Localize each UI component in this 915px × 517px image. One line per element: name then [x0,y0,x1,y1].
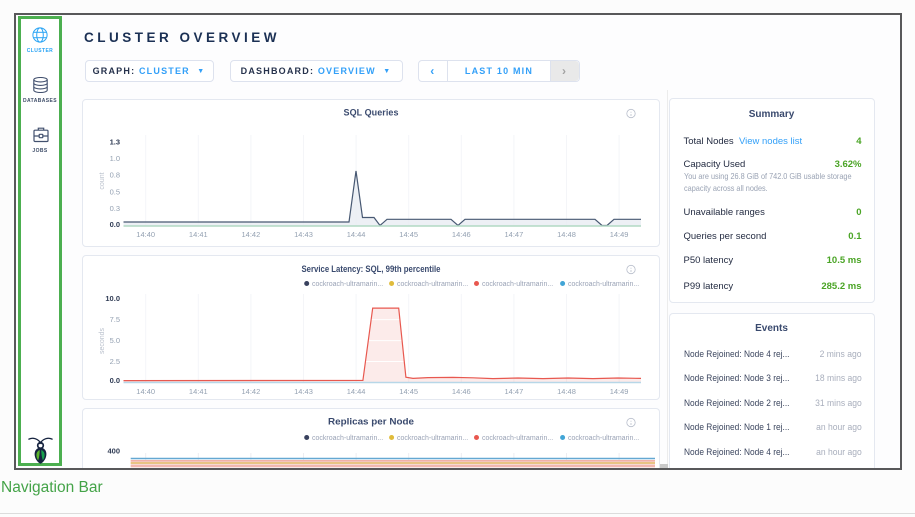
svg-text:2.5: 2.5 [110,357,120,366]
svg-text:Replicas per Node: Replicas per Node [328,417,414,427]
svg-text:14:48: 14:48 [557,230,576,239]
svg-text:seconds: seconds [99,327,106,354]
svg-text:cockroach-ultramarin...: cockroach-ultramarin... [312,435,383,442]
svg-text:14:46: 14:46 [452,230,471,239]
svg-text:14:41: 14:41 [189,230,208,239]
svg-text:5.0: 5.0 [110,336,120,345]
svg-text:400: 400 [107,447,120,456]
svg-text:1.0: 1.0 [110,154,120,163]
svg-text:14:43: 14:43 [294,387,313,396]
svg-text:cockroach-ultramarin...: cockroach-ultramarin... [482,281,553,288]
svg-text:cockroach-ultramarin...: cockroach-ultramarin... [568,281,639,288]
svg-text:0.5: 0.5 [110,188,120,197]
svg-text:14:40: 14:40 [136,230,155,239]
svg-text:count: count [99,172,106,189]
svg-text:14:45: 14:45 [399,387,418,396]
svg-text:14:46: 14:46 [452,387,471,396]
svg-text:14:49: 14:49 [610,387,629,396]
svg-text:cockroach-ultramarin...: cockroach-ultramarin... [397,281,468,288]
svg-text:14:42: 14:42 [242,387,261,396]
svg-text:14:42: 14:42 [242,230,261,239]
svg-text:cockroach-ultramarin...: cockroach-ultramarin... [568,435,639,442]
svg-text:1.3: 1.3 [110,138,120,147]
svg-text:Service Latency: SQL, 99th per: Service Latency: SQL, 99th percentile [302,264,441,274]
svg-text:14:44: 14:44 [347,387,366,396]
svg-text:cockroach-ultramarin...: cockroach-ultramarin... [397,435,468,442]
svg-text:14:43: 14:43 [294,230,313,239]
svg-text:14:49: 14:49 [610,230,629,239]
svg-text:14:40: 14:40 [136,387,155,396]
svg-text:0.3: 0.3 [110,204,120,213]
svg-text:0.8: 0.8 [110,171,120,180]
svg-text:0.0: 0.0 [110,220,120,229]
svg-text:14:47: 14:47 [505,387,524,396]
svg-text:cockroach-ultramarin...: cockroach-ultramarin... [312,281,383,288]
svg-text:14:45: 14:45 [399,230,418,239]
svg-text:7.5: 7.5 [110,315,120,324]
svg-text:14:47: 14:47 [505,230,524,239]
svg-text:10.0: 10.0 [105,294,120,303]
svg-text:14:41: 14:41 [189,387,208,396]
svg-text:14:48: 14:48 [557,387,576,396]
svg-text:14:44: 14:44 [347,230,366,239]
svg-text:cockroach-ultramarin...: cockroach-ultramarin... [482,435,553,442]
svg-text:0.0: 0.0 [110,376,120,385]
svg-text:SQL Queries: SQL Queries [344,108,399,118]
